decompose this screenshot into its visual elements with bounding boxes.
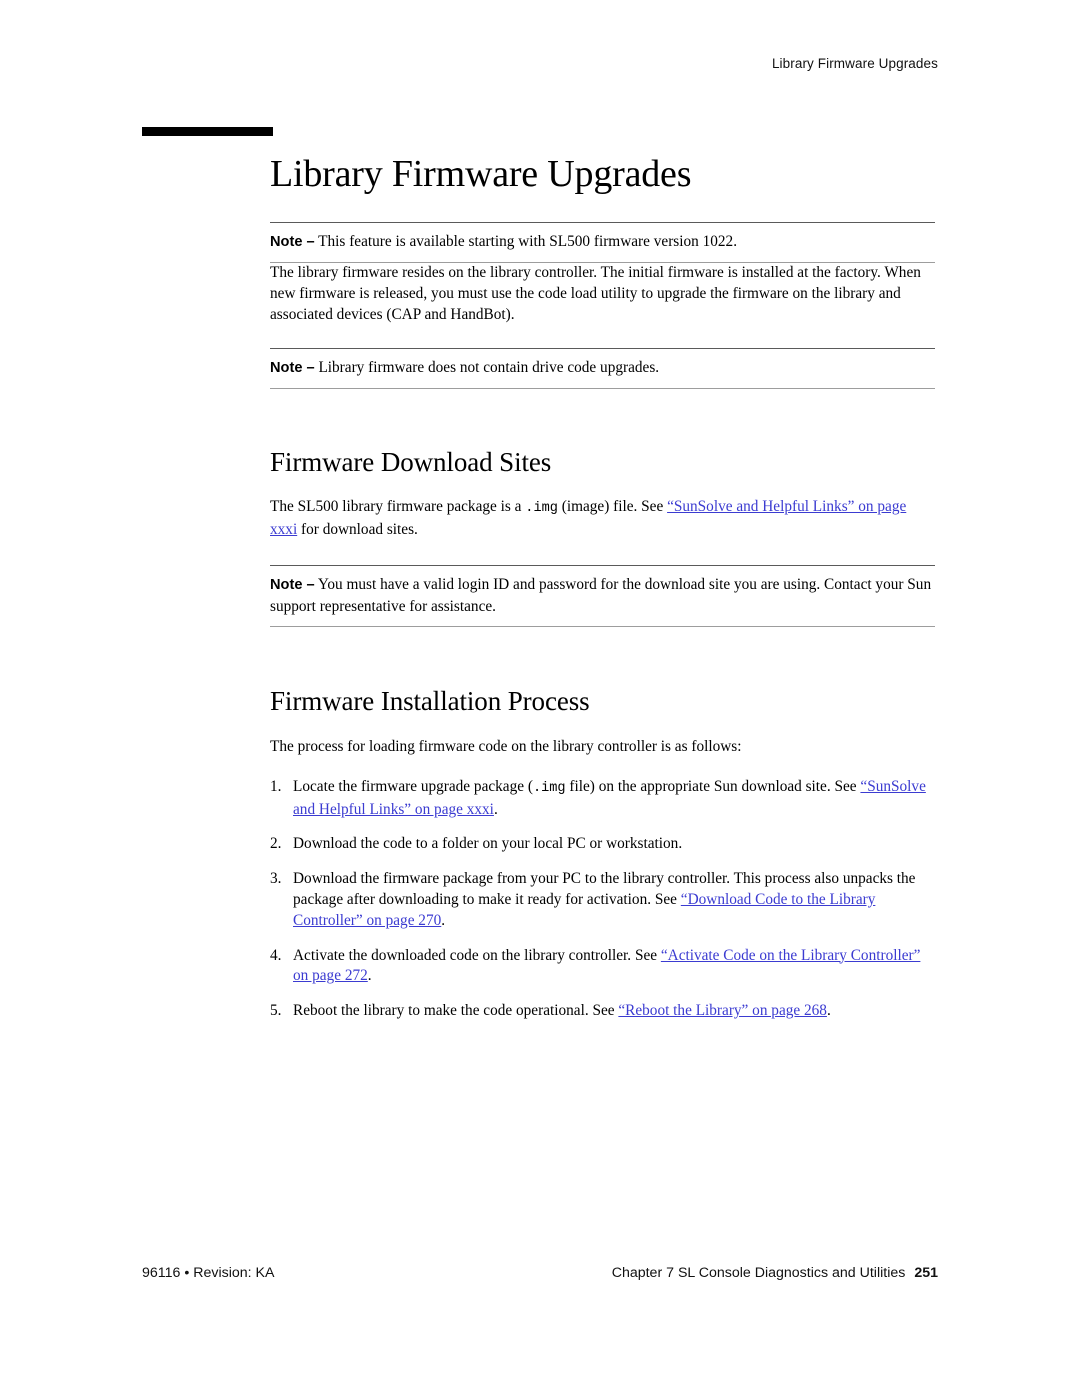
note-text: This feature is available starting with … xyxy=(318,233,738,250)
cross-reference-link-reboot-library[interactable]: “Reboot the Library” on page 268 xyxy=(618,1002,827,1019)
step-text: Locate the firmware upgrade package ( xyxy=(293,777,533,795)
note-text: You must have a valid login ID and passw… xyxy=(317,575,780,593)
list-item: 5. Reboot the library to make the code op… xyxy=(270,1001,935,1022)
page-content-column: Library Firmware Upgrades Note – This fe… xyxy=(270,0,935,1022)
step-text: . xyxy=(441,911,446,929)
step-text: Activate the downloaded code on the libr… xyxy=(293,946,661,964)
section-heading-download-sites: Firmware Download Sites xyxy=(270,447,552,478)
step-text: Download the code to a folder on your lo… xyxy=(293,835,683,853)
note-label: Note – xyxy=(270,576,315,593)
step-text: . xyxy=(826,1002,831,1020)
step-text: . xyxy=(367,967,372,985)
note-block-feature-availability: Note – This feature is available startin… xyxy=(270,222,935,263)
step-number: 5. xyxy=(270,1002,282,1020)
step-text: Reboot the library to make the code oper… xyxy=(293,1002,619,1020)
intro-paragraph: The library firmware resides on the libr… xyxy=(270,264,921,323)
note-block-login-credentials: Note – You must have a valid login ID an… xyxy=(270,564,935,627)
paragraph-text: for download sites. xyxy=(297,521,418,539)
chapter-rule-bar xyxy=(142,127,273,136)
paragraph-text: (image) file. See xyxy=(557,498,668,516)
footer-page-number: 251 xyxy=(914,1265,938,1281)
installation-lead-in: The process for loading firmware code on… xyxy=(270,737,742,755)
list-item: 3. Download the firmware package from you… xyxy=(270,869,935,931)
step-text: . xyxy=(493,800,498,818)
note-label: Note – xyxy=(270,234,315,250)
inline-code-img-extension: .img xyxy=(525,501,558,517)
document-page: Library Firmware Upgrades Library Firmwa… xyxy=(0,0,1080,1397)
step-text: file) on the appropriate Sun download si… xyxy=(565,777,861,795)
list-item: 1. Locate the firmware upgrade package (.… xyxy=(270,777,935,821)
paragraph-text: The SL500 library firmware package is a xyxy=(270,498,526,516)
step-number: 3. xyxy=(270,870,282,888)
note-text: Library firmware does not contain drive … xyxy=(318,359,660,377)
download-sites-paragraph: The SL500 library firmware package is a … xyxy=(270,497,935,541)
page-title: Library Firmware Upgrades xyxy=(270,153,692,195)
note-block-drive-code: Note – Library firmware does not contain… xyxy=(270,348,935,390)
step-number: 1. xyxy=(270,777,282,795)
section-heading-installation-process: Firmware Installation Process xyxy=(270,685,590,716)
list-item: 4. Activate the downloaded code on the li… xyxy=(270,946,935,988)
note-label: Note – xyxy=(270,360,315,377)
step-number: 4. xyxy=(270,946,282,964)
list-item: 2. Download the code to a folder on your … xyxy=(270,834,935,855)
footer-chapter-label: Chapter 7 SL Console Diagnostics and Uti… xyxy=(611,1265,906,1281)
page-footer: 96116 • Revision: KA Chapter 7 SL Consol… xyxy=(0,1265,1080,1287)
step-number: 2. xyxy=(270,835,282,853)
installation-steps-list: 1. Locate the firmware upgrade package (.… xyxy=(270,777,935,1022)
footer-chapter-info: Chapter 7 SL Console Diagnostics and Uti… xyxy=(0,1265,938,1281)
inline-code-img-extension: .img xyxy=(532,780,566,796)
